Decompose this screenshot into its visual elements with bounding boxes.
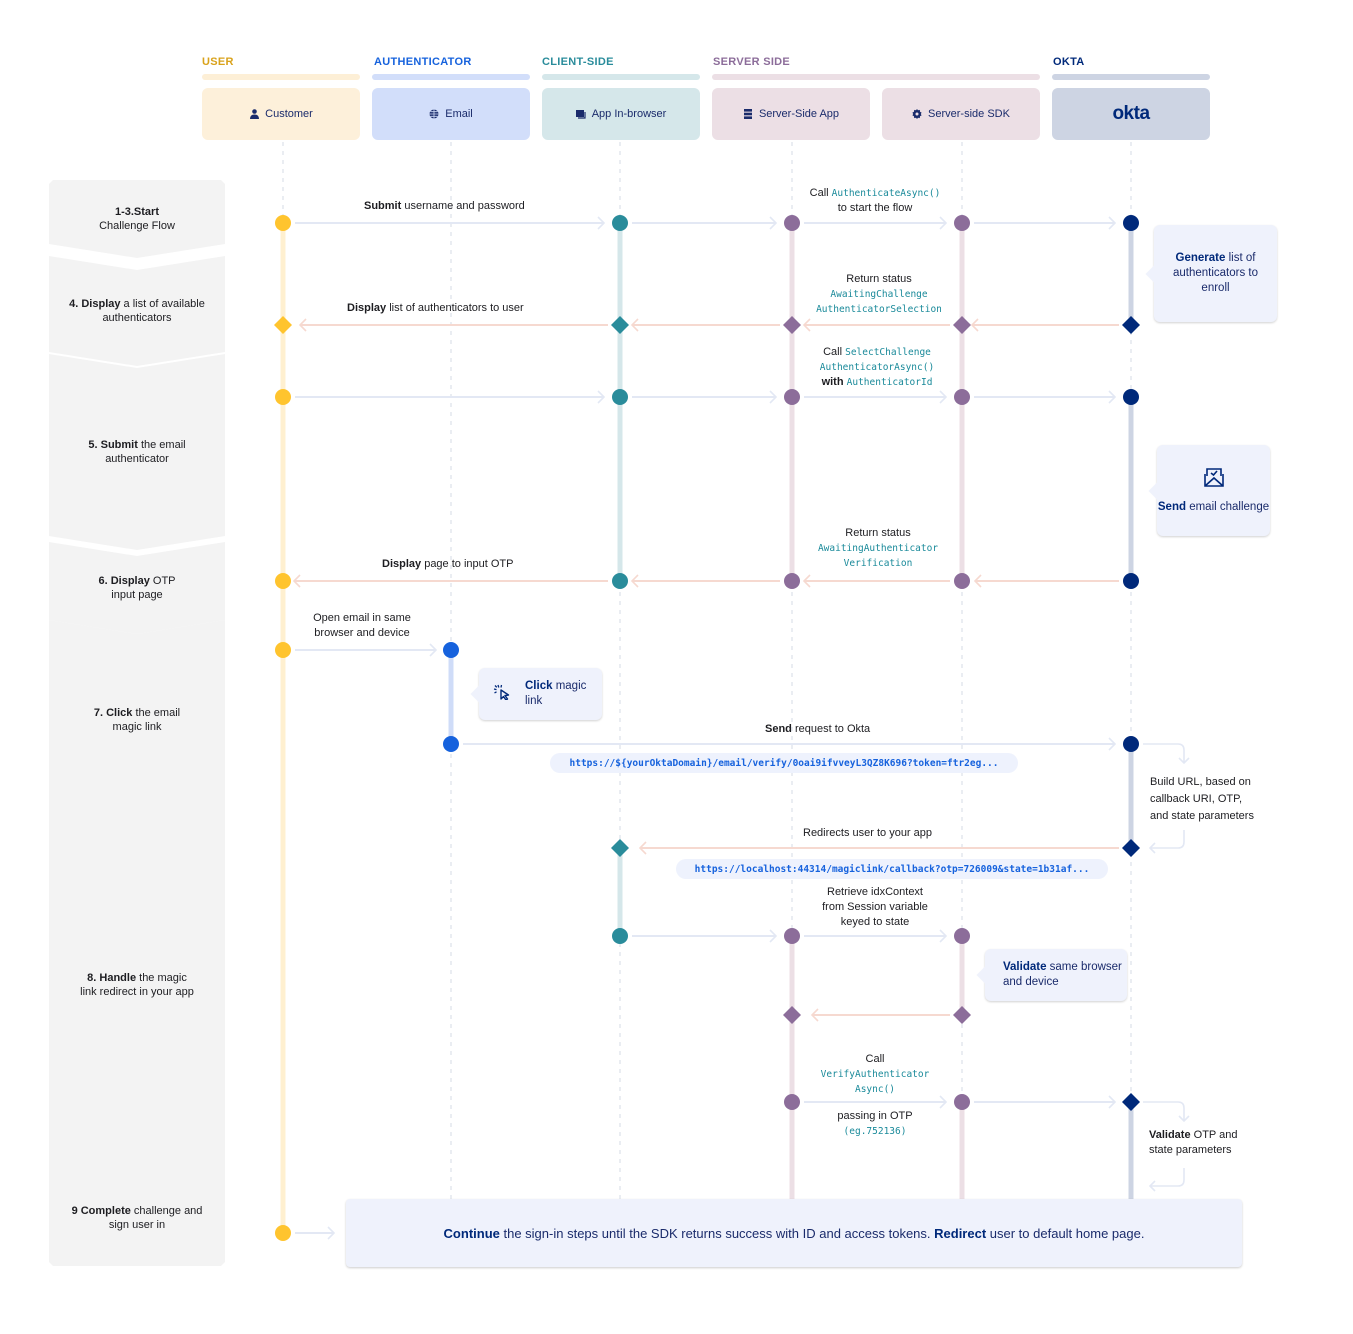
msg-call-select: Call SelectChallenge AuthenticatorAsync(…	[819, 346, 935, 388]
node-user	[275, 573, 291, 589]
node-client	[612, 573, 628, 589]
node-sapp	[784, 215, 800, 231]
note-click-magic-link: Click magic link	[479, 668, 602, 720]
node-user	[275, 389, 291, 405]
node-client	[612, 928, 628, 944]
msg-passing-otp: passing in OTP (eg.752136)	[837, 1110, 913, 1137]
node-client	[612, 215, 628, 231]
msg-retrieve-context: Retrieve idxContext from Session variabl…	[822, 886, 928, 928]
msg-submit-credentials: Submit username and password	[364, 200, 525, 212]
decision-node-sdk	[953, 316, 971, 334]
note-validate-browser: Validate same browser and device	[985, 949, 1127, 1001]
node-sapp	[784, 389, 800, 405]
callback-url: https://localhost:44314/magiclink/callba…	[676, 859, 1108, 879]
decision-node-sapp	[783, 316, 801, 334]
final-banner: Continue the sign-in steps until the SDK…	[346, 1199, 1242, 1267]
msg-display-list: Display list of authenticators to user	[347, 302, 524, 314]
node-sapp	[784, 1094, 800, 1110]
node-client	[612, 389, 628, 405]
self-loop-arrow	[1150, 1168, 1185, 1187]
decision-node-user	[274, 316, 292, 334]
msg-return-status-2: Return status AwaitingAuthenticator Veri…	[817, 527, 939, 569]
msg-send-request: Send request to Okta	[765, 723, 871, 735]
msg-return-status-1: Return status AwaitingChallenge Authenti…	[816, 273, 942, 315]
note-send-email-challenge: Send email challenge	[1157, 445, 1270, 536]
decision-node-sdk	[953, 1006, 971, 1024]
msg-call-verify: Call VerifyAuthenticator Async()	[820, 1053, 930, 1095]
node-sdk	[954, 389, 970, 405]
cursor-click-icon	[493, 684, 511, 705]
decision-node-okta	[1122, 316, 1140, 334]
node-sdk	[954, 573, 970, 589]
msg-call-authenticate: Call AuthenticateAsync() to start the fl…	[809, 187, 941, 214]
node-okta	[1123, 573, 1139, 589]
node-sdk	[954, 215, 970, 231]
node-user	[275, 1225, 291, 1241]
decision-node-client	[611, 839, 629, 857]
node-sdk	[954, 1094, 970, 1110]
self-loop-arrow	[1143, 1101, 1185, 1120]
decision-node-okta	[1122, 1093, 1140, 1111]
msg-display-otp: Display page to input OTP	[382, 558, 514, 570]
node-sdk	[954, 928, 970, 944]
decision-node-okta	[1122, 839, 1140, 857]
node-okta	[1123, 215, 1139, 231]
node-auth	[443, 736, 459, 752]
node-auth	[443, 642, 459, 658]
self-loop-arrow	[1150, 830, 1185, 849]
note-generate-authenticators: Generate list of authenticators to enrol…	[1154, 225, 1277, 322]
note-validate-otp: Validate OTP and state parameters	[1149, 1129, 1238, 1156]
envelope-check-icon	[1203, 467, 1225, 492]
node-okta	[1123, 389, 1139, 405]
node-sapp	[784, 928, 800, 944]
msg-redirects: Redirects user to your app	[803, 827, 933, 839]
verify-url: https://${yourOktaDomain}/email/verify/0…	[550, 753, 1018, 773]
decision-node-client	[611, 316, 629, 334]
self-loop-arrow	[1143, 743, 1185, 762]
node-sapp	[784, 573, 800, 589]
node-okta	[1123, 736, 1139, 752]
note-build-url: Build URL, based on callback URI, OTP, a…	[1150, 776, 1254, 822]
node-user	[275, 642, 291, 658]
msg-open-email: Open email in same browser and device	[313, 612, 411, 639]
node-user	[275, 215, 291, 231]
decision-node-sapp	[783, 1006, 801, 1024]
